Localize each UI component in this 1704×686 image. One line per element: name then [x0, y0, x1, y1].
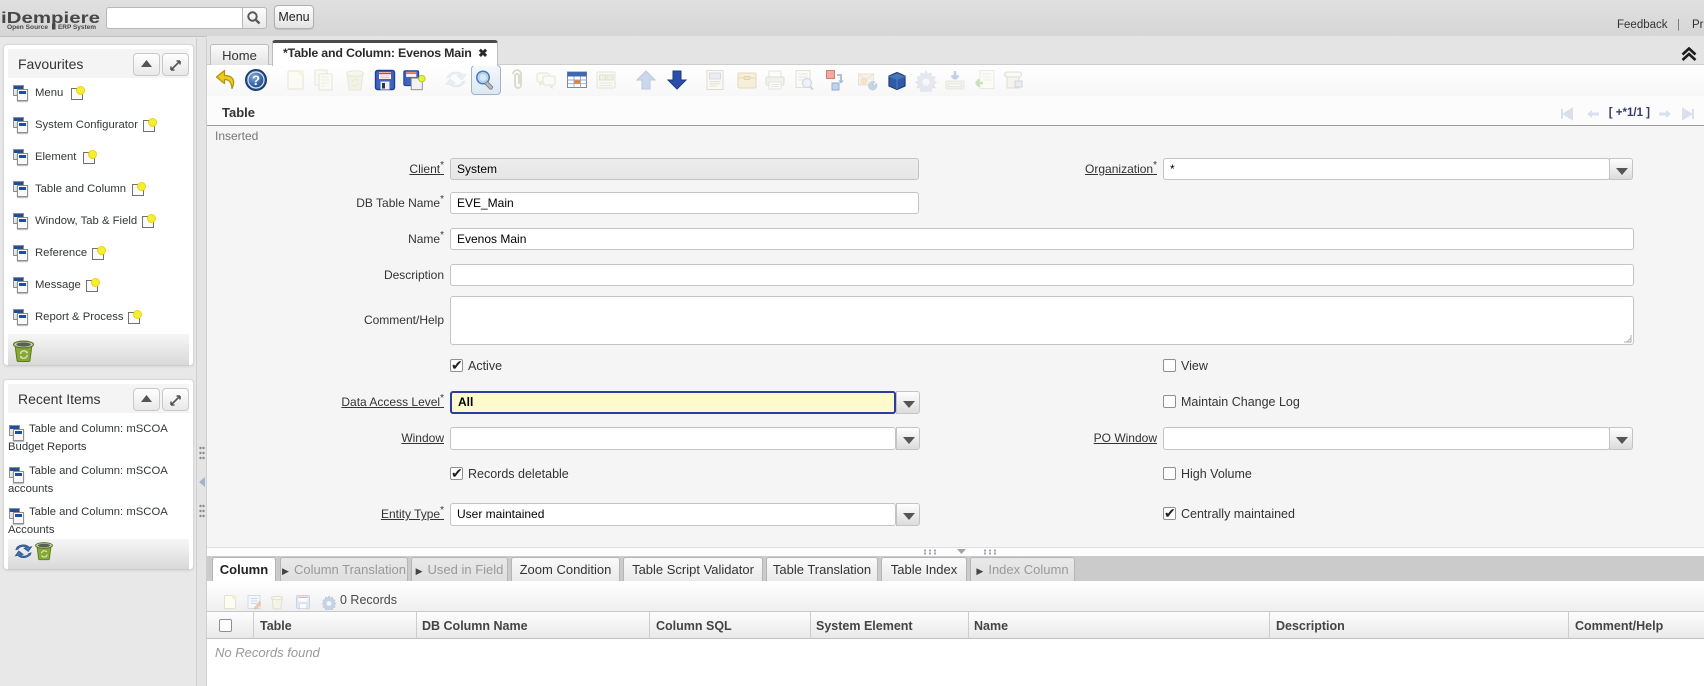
svg-text:?: ? — [252, 73, 260, 88]
